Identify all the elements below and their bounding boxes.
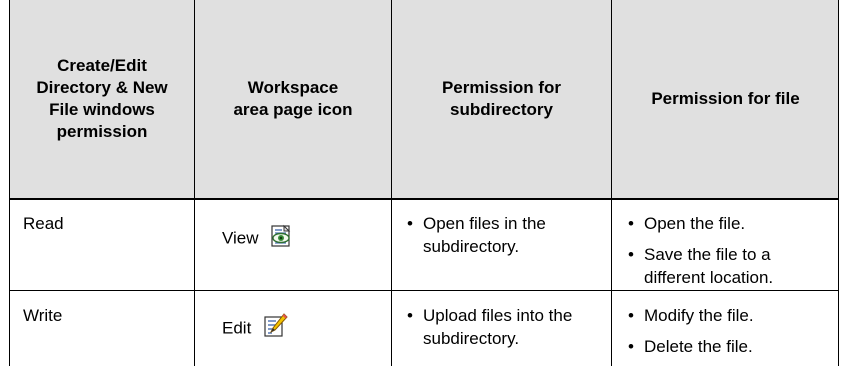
list-item: Save the file to a different location. xyxy=(626,243,836,289)
header-cell-permission: Create/Edit Directory & New File windows… xyxy=(10,0,194,198)
icon-label-edit: Edit xyxy=(222,318,252,338)
column-divider xyxy=(391,0,392,366)
table-row-read-file: Open the file. Save the file to a differ… xyxy=(626,212,836,297)
table-row-write-icon-cell: Edit xyxy=(222,313,288,345)
header-file: Permission for file xyxy=(651,89,800,108)
header-subdirectory: Permission for subdirectory xyxy=(441,78,562,119)
table-row-read-permission: Read xyxy=(23,214,64,233)
view-page-eye-icon xyxy=(269,223,295,255)
edit-page-pencil-icon xyxy=(262,313,288,345)
table-border-left xyxy=(9,0,10,366)
table-row-write-subdirectory: Upload files into the subdirectory. xyxy=(405,304,605,358)
table-row-read-icon-cell: View xyxy=(222,223,295,255)
header-icon: Workspace area page icon xyxy=(233,78,353,119)
icon-label-view: View xyxy=(222,228,259,248)
column-divider xyxy=(611,0,612,366)
header-rule xyxy=(9,198,839,200)
list-item: Open the file. xyxy=(626,212,836,235)
header-cell-icon: Workspace area page icon xyxy=(195,0,391,198)
header-cell-subdirectory: Permission for subdirectory xyxy=(392,0,611,198)
list-item: Delete the file. xyxy=(626,335,836,358)
list-item: Upload files into the subdirectory. xyxy=(405,304,605,350)
list-item: Modify the file. xyxy=(626,304,836,327)
table-row-read-subdirectory: Open files in the subdirectory. xyxy=(405,212,605,266)
table-border-right xyxy=(838,0,839,366)
header-permission: Create/Edit Directory & New File windows… xyxy=(36,56,168,141)
permissions-table: Create/Edit Directory & New File windows… xyxy=(9,0,839,366)
table-row-write-permission: Write xyxy=(23,306,63,325)
list-item: Open files in the subdirectory. xyxy=(405,212,605,258)
column-divider xyxy=(194,0,195,366)
header-cell-file: Permission for file xyxy=(612,0,839,198)
table-row-write-file: Modify the file. Delete the file. xyxy=(626,304,836,366)
